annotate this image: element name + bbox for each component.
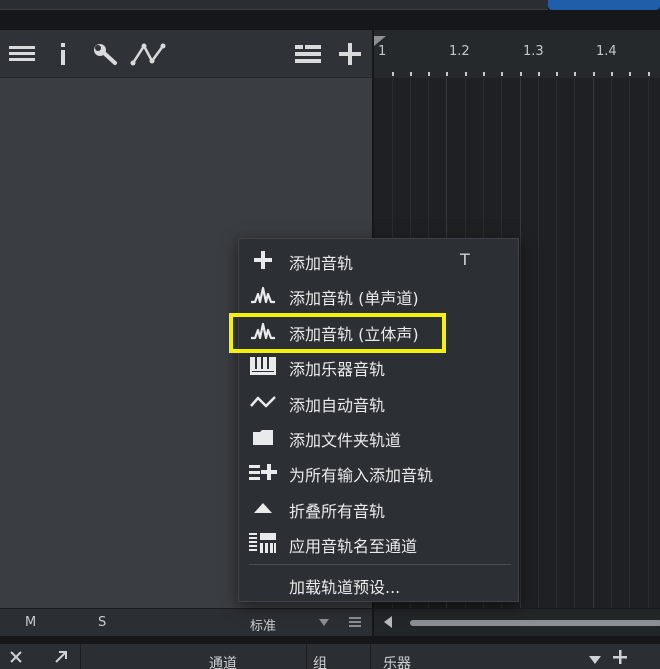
apply-names-icon xyxy=(249,532,277,554)
group-label: 组 xyxy=(313,656,327,669)
ruler-tick xyxy=(538,72,540,76)
ruler-tick xyxy=(446,72,448,76)
ruler-tick xyxy=(611,72,613,76)
keyboard-icon xyxy=(249,355,277,377)
instrument-label: 乐器 xyxy=(383,656,411,669)
dropdown-arrow-icon[interactable] xyxy=(589,656,601,664)
highlight-annotation xyxy=(229,313,446,353)
dropdown-arrow-icon[interactable] xyxy=(319,619,329,626)
ruler-tick xyxy=(593,72,595,76)
menu-item-label: 添加音轨 (单声道) xyxy=(289,289,419,308)
automation-icon[interactable] xyxy=(130,42,166,66)
grid-line xyxy=(520,78,521,608)
menu-item-label: 折叠所有音轨 xyxy=(289,502,386,521)
ruler-tick xyxy=(629,72,631,76)
menu-item-add-automation-track[interactable]: 添加自动音轨 xyxy=(239,385,520,420)
track-stack-icon[interactable] xyxy=(294,42,322,66)
ruler-tick xyxy=(465,72,467,76)
menu-item-add-folder-track[interactable]: 添加文件夹轨道 xyxy=(239,420,520,455)
menu-item-add-tracks-for-inputs[interactable]: 为所有输入添加音轨 xyxy=(239,455,520,490)
add-track-icon[interactable] xyxy=(338,42,362,66)
menu-item-label: 添加自动音轨 xyxy=(289,396,386,415)
menu-separator xyxy=(249,564,511,565)
menu-lines-icon[interactable] xyxy=(349,616,361,628)
ruler-tick xyxy=(410,72,412,76)
ruler-tick xyxy=(392,72,394,76)
channel-column-header[interactable]: 通道 xyxy=(80,644,306,669)
grid-line xyxy=(611,78,612,608)
close-icon[interactable] xyxy=(10,651,22,663)
info-icon[interactable] xyxy=(56,42,70,66)
grid-line xyxy=(574,78,575,608)
plus-icon xyxy=(249,249,277,271)
add-for-inputs-icon xyxy=(249,461,277,483)
ruler-label: 1.4 xyxy=(596,44,617,59)
list-icon[interactable] xyxy=(8,42,36,66)
menu-item-add-track[interactable]: 添加音轨 T xyxy=(239,243,520,278)
menu-item-label: 应用音轨名至通道 xyxy=(289,537,418,556)
instrument-column-header[interactable]: 乐器 xyxy=(370,644,660,669)
menu-item-label: 为所有输入添加音轨 xyxy=(289,466,434,485)
grid-line xyxy=(648,78,649,608)
ruler-tick xyxy=(648,72,650,76)
top-blue-button[interactable] xyxy=(548,0,660,10)
top-lane xyxy=(0,0,548,10)
horizontal-scrollbar[interactable] xyxy=(372,608,660,636)
wrench-icon[interactable] xyxy=(92,42,118,66)
menu-item-apply-track-names[interactable]: 应用音轨名至通道 xyxy=(239,526,520,561)
grid-line xyxy=(538,78,539,608)
grid-line xyxy=(593,78,594,608)
ruler-tick xyxy=(574,72,576,76)
menu-item-label: 添加乐器音轨 xyxy=(289,360,386,379)
solo-button[interactable]: S xyxy=(98,615,106,630)
timeline-ruler[interactable]: 1 1.2 1.3 1.4 xyxy=(372,30,660,78)
menu-item-label: 加载轨道预设... xyxy=(289,578,401,597)
grid-line xyxy=(629,78,630,608)
menu-item-collapse-all-tracks[interactable]: 折叠所有音轨 xyxy=(239,491,520,526)
track-toolbar xyxy=(0,30,372,78)
ruler-tick xyxy=(428,72,430,76)
group-column-header[interactable]: 组 xyxy=(306,644,368,669)
folder-icon xyxy=(249,426,277,448)
track-status-bar: M S 标准 xyxy=(0,608,372,636)
top-strip xyxy=(0,0,660,30)
ruler-tick xyxy=(483,72,485,76)
add-track-context-menu: 添加音轨 T 添加音轨 (单声道) 添加音轨 (立体声) 添加乐器音轨 添加自动… xyxy=(238,238,519,602)
mute-button[interactable]: M xyxy=(25,615,36,630)
menu-item-load-track-preset[interactable]: 加载轨道预设... xyxy=(239,567,520,602)
waveform-mono-icon xyxy=(249,284,277,306)
mixer-header: 通道 组 乐器 xyxy=(0,636,660,669)
ruler-tick xyxy=(501,72,503,76)
expand-icon[interactable] xyxy=(54,650,68,664)
menu-item-shortcut: T xyxy=(460,250,470,269)
collapse-icon xyxy=(249,497,277,519)
scroll-thumb[interactable] xyxy=(410,620,660,626)
menu-item-add-mono-track[interactable]: 添加音轨 (单声道) xyxy=(239,278,520,313)
ruler-label: 1.2 xyxy=(449,44,470,59)
menu-item-add-instrument-track[interactable]: 添加乐器音轨 xyxy=(239,349,520,384)
view-mode-select[interactable]: 标准 xyxy=(250,615,276,634)
scroll-left-icon[interactable] xyxy=(384,616,392,628)
ruler-label: 1 xyxy=(378,44,387,59)
automation-curve-icon xyxy=(249,391,277,413)
menu-item-label: 添加文件夹轨道 xyxy=(289,431,402,450)
ruler-label: 1.3 xyxy=(523,44,544,59)
grid-line xyxy=(556,78,557,608)
menu-item-label: 添加音轨 xyxy=(289,254,354,273)
channel-label: 通道 xyxy=(209,656,237,669)
ruler-tick xyxy=(556,72,558,76)
add-instrument-icon[interactable] xyxy=(613,650,627,664)
ruler-tick xyxy=(520,72,522,76)
